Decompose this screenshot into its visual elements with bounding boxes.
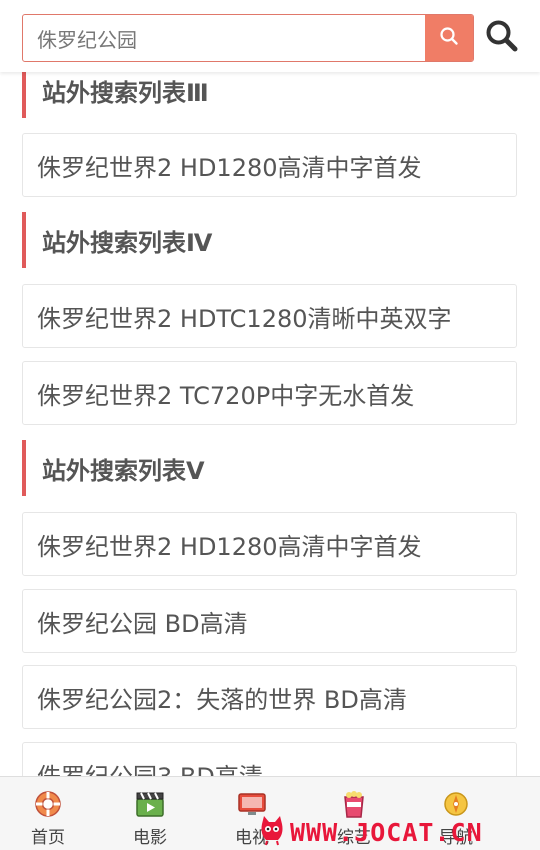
section-title-5: 站外搜索列表Ⅴ <box>22 440 205 496</box>
list-item-title: 侏罗纪世界2 HDTC1280清晰中英双字 <box>37 304 452 333</box>
list-item-title: 侏罗纪世界2 HD1280高清中字首发 <box>37 153 422 182</box>
watermark-text: WWW.JOCAT.CN <box>290 817 483 847</box>
app-root: 站外搜索列表Ⅲ 侏罗纪世界2 HD1280高清中字首发 站外搜索列表Ⅳ 侏罗纪世… <box>0 0 540 850</box>
search-submit-button[interactable] <box>425 15 473 61</box>
lifebuoy-icon <box>33 789 63 819</box>
list-item[interactable]: 侏罗纪公园 BD高清 <box>22 589 517 653</box>
search-header <box>0 0 540 72</box>
nav-item-movies[interactable]: 电影 <box>100 777 200 850</box>
header-search-button[interactable] <box>482 18 522 58</box>
nav-item-home[interactable]: 首页 <box>0 777 98 850</box>
section-title-text: 站外搜索列表Ⅴ <box>42 456 205 485</box>
list-item[interactable]: 侏罗纪公园2：失落的世界 BD高清 <box>22 665 517 729</box>
nav-label: 电影 <box>133 828 167 848</box>
list-item[interactable]: 侏罗纪世界2 TC720P中字无水首发 <box>22 361 517 425</box>
watermark: WWW.JOCAT.CN <box>258 812 483 850</box>
section-title-text: 站外搜索列表Ⅲ <box>42 78 209 107</box>
section-title-text: 站外搜索列表Ⅳ <box>42 228 213 257</box>
film-clapper-icon <box>135 789 165 819</box>
list-item-title: 侏罗纪世界2 HD1280高清中字首发 <box>37 532 422 561</box>
nav-label: 首页 <box>31 828 65 848</box>
list-item[interactable]: 侏罗纪世界2 HD1280高清中字首发 <box>22 512 517 576</box>
search-box <box>22 14 474 62</box>
list-item-title: 侏罗纪公园 BD高清 <box>37 609 248 638</box>
cat-logo-icon <box>258 814 286 850</box>
list-item-title: 侏罗纪世界2 TC720P中字无水首发 <box>37 381 415 410</box>
search-icon <box>484 18 520 58</box>
search-input[interactable] <box>23 15 425 61</box>
list-item[interactable]: 侏罗纪世界2 HD1280高清中字首发 <box>22 133 517 197</box>
list-item[interactable]: 侏罗纪世界2 HDTC1280清晰中英双字 <box>22 284 517 348</box>
list-item-title: 侏罗纪公园2：失落的世界 BD高清 <box>37 685 407 714</box>
section-title-4: 站外搜索列表Ⅳ <box>22 212 212 268</box>
search-icon <box>438 25 460 51</box>
